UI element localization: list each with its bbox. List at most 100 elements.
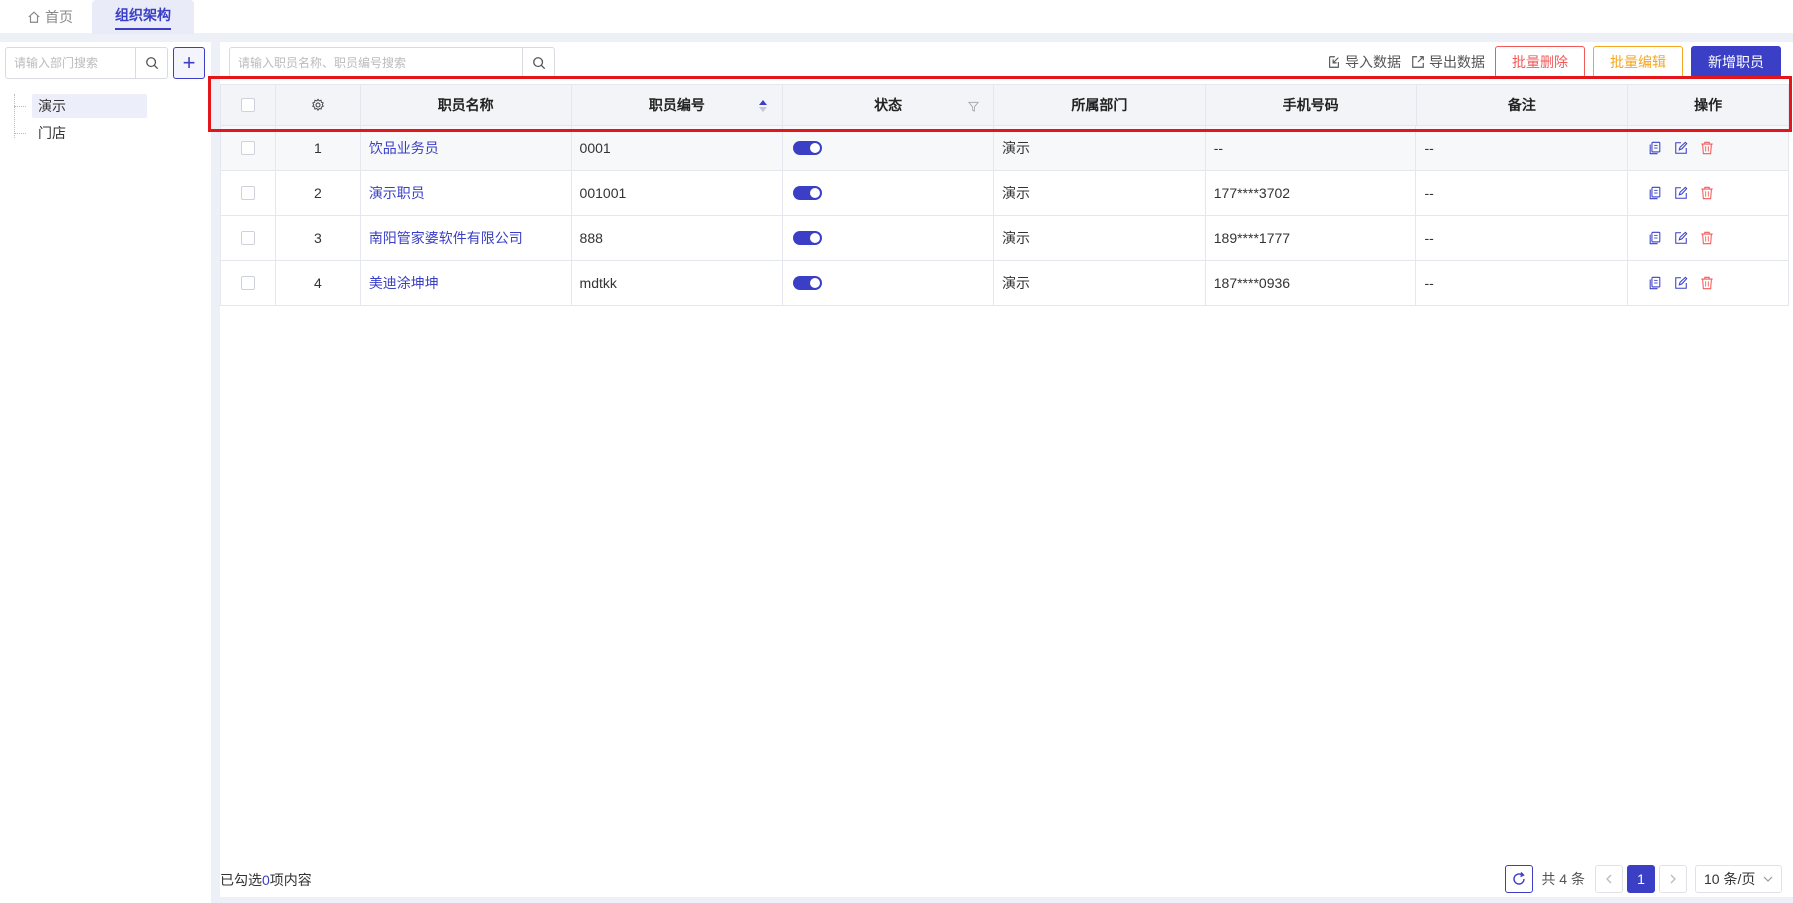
export-data-link[interactable]: 导出数据 [1411,52,1485,72]
edit-icon[interactable] [1674,141,1688,155]
delete-icon[interactable] [1700,141,1714,155]
row-select [221,126,276,170]
copy-icon[interactable] [1648,231,1662,245]
export-data-label: 导出数据 [1429,54,1485,70]
header-phone: 手机号码 [1206,85,1417,125]
staff-name-link[interactable]: 演示职员 [369,183,425,203]
staff-name-link[interactable]: 南阳管家婆软件有限公司 [369,228,523,248]
bottom-gutter [220,897,1793,903]
copy-icon[interactable] [1648,141,1662,155]
row-name: 演示职员 [361,171,572,215]
header-code[interactable]: 职员编号 [572,85,784,125]
row-ops [1628,261,1788,305]
page-1-button[interactable]: 1 [1627,865,1655,893]
row-code: 0001 [572,126,784,170]
tree-item-label: 门店 [38,125,66,141]
tree-item-demo[interactable]: 演示 [14,94,204,118]
row-select [221,216,276,260]
row-dept: 演示 [994,126,1206,170]
department-tree: 演示 门店 [14,94,204,148]
edit-icon[interactable] [1674,186,1688,200]
staff-search-input[interactable] [230,48,522,78]
row-checkbox[interactable] [240,276,255,290]
chevron-right-icon [1670,874,1676,884]
status-toggle[interactable] [793,231,823,245]
tree-item-store[interactable]: 门店 [14,121,204,145]
row-name: 饮品业务员 [361,126,572,170]
staff-name-link[interactable]: 饮品业务员 [369,138,439,158]
header-code-label: 职员编号 [648,97,705,113]
staff-main: 导入数据 导出数据 批量删除 批量编辑 新增职员 职员名称 职员编号 状态 [220,42,1793,903]
department-search-input[interactable] [6,48,135,78]
row-ops [1628,216,1788,260]
selection-count: 0 [262,872,270,888]
copy-icon[interactable] [1648,186,1662,200]
row-checkbox[interactable] [240,141,255,155]
row-code: 001001 [572,171,784,215]
page-size-select[interactable]: 10 条/页 [1695,865,1782,893]
status-toggle[interactable] [793,276,823,290]
tab-org-structure-label: 组织架构 [115,5,171,30]
row-index: 4 [276,261,361,305]
import-data-label: 导入数据 [1345,54,1401,70]
search-icon [145,57,158,70]
add-department-button[interactable]: + [173,47,205,79]
export-icon [1412,56,1424,68]
copy-icon[interactable] [1648,276,1662,290]
page-size-value: 10 条/页 [1704,871,1756,887]
department-panel: + 演示 门店 [0,42,211,903]
batch-edit-button[interactable]: 批量编辑 [1593,46,1683,78]
tab-home[interactable]: 首页 [10,0,90,34]
delete-icon[interactable] [1700,231,1714,245]
batch-delete-button[interactable]: 批量删除 [1495,46,1585,78]
status-toggle[interactable] [793,141,823,155]
filter-icon[interactable] [968,101,980,112]
header-remark: 备注 [1417,85,1629,125]
row-ops [1628,171,1788,215]
row-remark: -- [1416,216,1629,260]
header-select-all [221,85,276,125]
add-staff-button[interactable]: 新增职员 [1691,46,1781,78]
edit-icon[interactable] [1674,276,1688,290]
row-checkbox[interactable] [240,186,255,200]
row-index: 3 [276,216,361,260]
sort-icon[interactable] [758,98,768,114]
staff-search [229,47,555,79]
row-status [783,261,995,305]
refresh-icon [1513,872,1526,885]
row-remark: -- [1416,171,1629,215]
pagination: 共 4 条 1 10 条/页 [1505,864,1782,894]
row-status [783,216,995,260]
row-select [221,171,276,215]
import-data-link[interactable]: 导入数据 [1327,52,1401,72]
header-dept: 所属部门 [994,85,1206,125]
delete-icon[interactable] [1700,186,1714,200]
row-index: 2 [276,171,361,215]
edit-icon[interactable] [1674,231,1688,245]
row-status [783,171,995,215]
tab-bar: 首页 组织架构 [0,0,1793,34]
row-checkbox[interactable] [240,231,255,245]
selection-prefix: 已勾选 [220,872,262,888]
prev-page-button[interactable] [1595,865,1623,893]
row-code: 888 [572,216,784,260]
delete-icon[interactable] [1700,276,1714,290]
select-all-checkbox[interactable] [240,98,255,112]
department-search-button[interactable] [135,48,167,78]
row-phone: 187****0936 [1206,261,1417,305]
refresh-button[interactable] [1505,865,1534,893]
status-toggle[interactable] [793,186,823,200]
gear-icon[interactable] [311,98,325,112]
staff-search-button[interactable] [522,48,554,78]
row-index: 1 [276,126,361,170]
tab-org-structure[interactable]: 组织架构 [92,0,194,34]
row-remark: -- [1416,261,1629,305]
row-select [221,261,276,305]
toolbar-actions: 导入数据 导出数据 批量删除 批量编辑 新增职员 [1317,46,1781,78]
staff-name-link[interactable]: 美迪涂坤坤 [369,273,439,293]
header-name: 职员名称 [361,85,572,125]
header-status: 状态 [783,85,995,125]
tree-item-label: 演示 [32,94,147,118]
next-page-button[interactable] [1659,865,1687,893]
staff-table: 职员名称 职员编号 状态 所属部门 手机号码 备注 操作 1 饮品业务员 000… [220,84,1789,306]
